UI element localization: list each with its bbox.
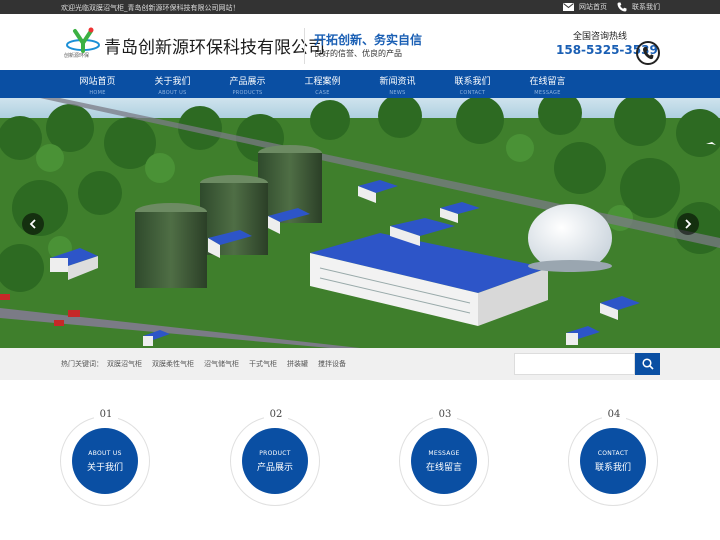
nav-sublabel: MESSAGE xyxy=(534,90,561,96)
feature-badge: CONTACT 联系我们 xyxy=(580,428,646,494)
feature-cn: 关于我们 xyxy=(86,463,123,473)
header-divider xyxy=(304,28,305,64)
search-button[interactable] xyxy=(635,353,660,375)
feature-message[interactable]: 03 MESSAGE 在线留言 xyxy=(399,409,489,506)
company-name: 青岛创新源环保科技有限公司 xyxy=(104,38,325,58)
feature-cn: 联系我们 xyxy=(594,463,631,473)
hot-keyword-link[interactable]: 搅拌设备 xyxy=(318,359,346,369)
feature-badge: PRODUCT 产品展示 xyxy=(242,428,308,494)
hot-keywords-list: 双膜沼气柜 双膜柔性气柜 沼气储气柜 干式气柜 拼装罐 搅拌设备 xyxy=(107,359,356,369)
feature-en: MESSAGE xyxy=(428,450,460,457)
nav-sublabel: HOME xyxy=(89,90,106,96)
feature-en: CONTACT xyxy=(597,450,629,457)
hotline-label: 全国咨询热线 xyxy=(573,32,628,42)
nav-sublabel: PRODUCTS xyxy=(232,90,263,96)
feature-number: 04 xyxy=(602,409,626,420)
feature-badge: ABOUT US 关于我们 xyxy=(72,428,138,494)
nav-sublabel: CASE xyxy=(315,90,330,96)
main-nav: 网站首页 HOME 关于我们 ABOUT US 产品展示 PRODUCTS 工程案例 C… xyxy=(0,70,720,98)
banner-next-arrow[interactable] xyxy=(677,213,699,235)
feature-section: 01 ABOUT US 关于我们 02 PRODUCT 产品展示 03 MESS… xyxy=(0,380,720,540)
nav-item-about[interactable]: 关于我们 ABOUT US xyxy=(135,70,210,98)
top-link-home-label: 网站首页 xyxy=(579,3,607,11)
search-icon xyxy=(641,358,654,370)
chevron-right-icon xyxy=(685,219,692,229)
feature-cn: 产品展示 xyxy=(256,463,293,473)
feature-contact[interactable]: 04 CONTACT 联系我们 xyxy=(568,409,658,506)
hot-keyword-link[interactable]: 双膜沼气柜 xyxy=(107,359,142,369)
slogan-main: 开拓创新、务实自信 xyxy=(314,33,423,47)
banner-image xyxy=(0,98,720,348)
top-links: 网站首页 联系我们 xyxy=(553,2,660,12)
top-link-contact-label: 联系我们 xyxy=(632,3,660,11)
nav-label: 联系我们 xyxy=(454,77,491,87)
nav-label: 工程案例 xyxy=(304,77,341,87)
nav-item-message[interactable]: 在线留言 MESSAGE xyxy=(510,70,585,98)
top-link-home[interactable]: 网站首页 xyxy=(563,2,607,12)
search-input[interactable] xyxy=(514,353,635,375)
hot-keyword-link[interactable]: 沼气储气柜 xyxy=(204,359,239,369)
chevron-left-icon xyxy=(29,219,36,229)
nav-item-news[interactable]: 新闻资讯 NEWS xyxy=(360,70,435,98)
hero-banner xyxy=(0,98,720,348)
hot-keyword-link[interactable]: 拼装罐 xyxy=(287,359,308,369)
search-bar: 热门关键词： 双膜沼气柜 双膜柔性气柜 沼气储气柜 干式气柜 拼装罐 搅拌设备 xyxy=(0,348,720,380)
nav-label: 关于我们 xyxy=(154,77,191,87)
welcome-text: 欢迎光临双膜沼气柜_青岛创新源环保科技有限公司网站！ xyxy=(61,4,240,12)
hot-keywords-label: 热门关键词： xyxy=(61,360,103,368)
slogan-sub: 良好的信誉、优良的产品 xyxy=(314,49,402,58)
top-bar: 欢迎光临双膜沼气柜_青岛创新源环保科技有限公司网站！ 网站首页 联系我们 xyxy=(0,0,720,14)
mail-icon xyxy=(563,3,574,11)
nav-item-case[interactable]: 工程案例 CASE xyxy=(285,70,360,98)
nav-sublabel: CONTACT xyxy=(459,90,486,96)
feature-cn: 在线留言 xyxy=(425,463,462,473)
nav-sublabel: ABOUT US xyxy=(158,90,187,96)
banner-prev-arrow[interactable] xyxy=(22,213,44,235)
nav-label: 网站首页 xyxy=(79,77,116,87)
nav-item-products[interactable]: 产品展示 PRODUCTS xyxy=(210,70,285,98)
nav-sublabel: NEWS xyxy=(389,90,406,96)
feature-number: 01 xyxy=(94,409,118,420)
feature-about[interactable]: 01 ABOUT US 关于我们 xyxy=(60,409,150,506)
hot-keyword-link[interactable]: 双膜柔性气柜 xyxy=(152,359,194,369)
feature-badge: MESSAGE 在线留言 xyxy=(411,428,477,494)
feature-product[interactable]: 02 PRODUCT 产品展示 xyxy=(230,409,320,506)
nav-label: 在线留言 xyxy=(529,77,566,87)
feature-number: 03 xyxy=(433,409,457,420)
nav-label: 产品展示 xyxy=(229,77,266,87)
hotline-phone-icon xyxy=(636,41,660,65)
hot-keyword-link[interactable]: 干式气柜 xyxy=(249,359,277,369)
nav-item-home[interactable]: 网站首页 HOME xyxy=(60,70,135,98)
top-link-contact[interactable]: 联系我们 xyxy=(617,2,660,12)
feature-en: ABOUT US xyxy=(88,450,122,457)
logo-caption: 创新源环保 xyxy=(64,53,90,59)
nav-item-contact[interactable]: 联系我们 CONTACT xyxy=(435,70,510,98)
phone-icon xyxy=(617,2,627,12)
header: 创新源环保 青岛创新源环保科技有限公司 开拓创新、务实自信 良好的信誉、优良的产… xyxy=(0,14,720,70)
nav-label: 新闻资讯 xyxy=(379,77,416,87)
feature-number: 02 xyxy=(264,409,288,420)
feature-en: PRODUCT xyxy=(259,450,291,457)
